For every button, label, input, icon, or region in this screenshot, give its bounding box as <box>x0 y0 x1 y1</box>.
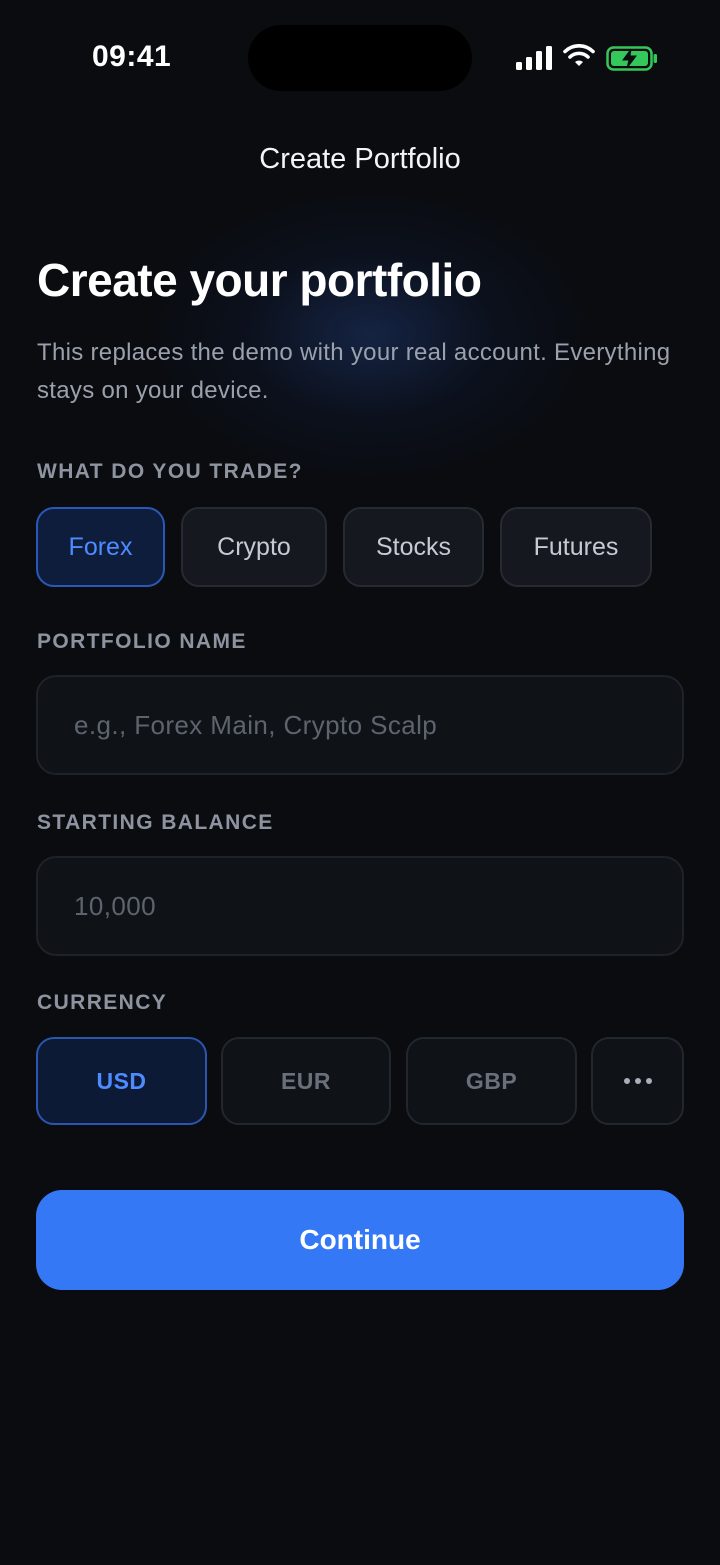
dynamic-island <box>248 25 472 91</box>
ellipsis-icon <box>623 1078 652 1084</box>
nav-title: Create Portfolio <box>259 143 461 175</box>
currency-label: CURRENCY <box>37 991 168 1014</box>
starting-balance-field-container <box>36 856 684 956</box>
status-bar: 09:41 <box>0 0 720 110</box>
continue-button[interactable]: Continue <box>36 1190 684 1290</box>
currency-option-usd[interactable]: USD <box>36 1037 207 1125</box>
wifi-icon <box>563 44 595 66</box>
portfolio-name-field-container <box>36 675 684 775</box>
currency-option-gbp[interactable]: GBP <box>406 1037 577 1125</box>
trade-chip-forex[interactable]: Forex <box>36 507 165 587</box>
page-subtitle: This replaces the demo with your real ac… <box>37 339 671 404</box>
portfolio-name-label: PORTFOLIO NAME <box>37 630 247 653</box>
page-title: Create your portfolio <box>37 254 482 306</box>
trade-chip-futures[interactable]: Futures <box>500 507 652 587</box>
trade-chip-crypto[interactable]: Crypto <box>181 507 327 587</box>
cellular-signal-icon <box>516 46 552 70</box>
currency-option-eur[interactable]: EUR <box>221 1037 391 1125</box>
currency-more-button[interactable] <box>591 1037 684 1125</box>
starting-balance-input[interactable] <box>72 889 636 923</box>
status-time: 09:41 <box>92 40 172 73</box>
trade-type-label: WHAT DO YOU TRADE? <box>37 460 303 483</box>
battery-charging-icon <box>606 46 657 71</box>
trade-chip-stocks[interactable]: Stocks <box>343 507 484 587</box>
portfolio-name-input[interactable] <box>72 708 636 742</box>
starting-balance-label: STARTING BALANCE <box>37 811 274 834</box>
